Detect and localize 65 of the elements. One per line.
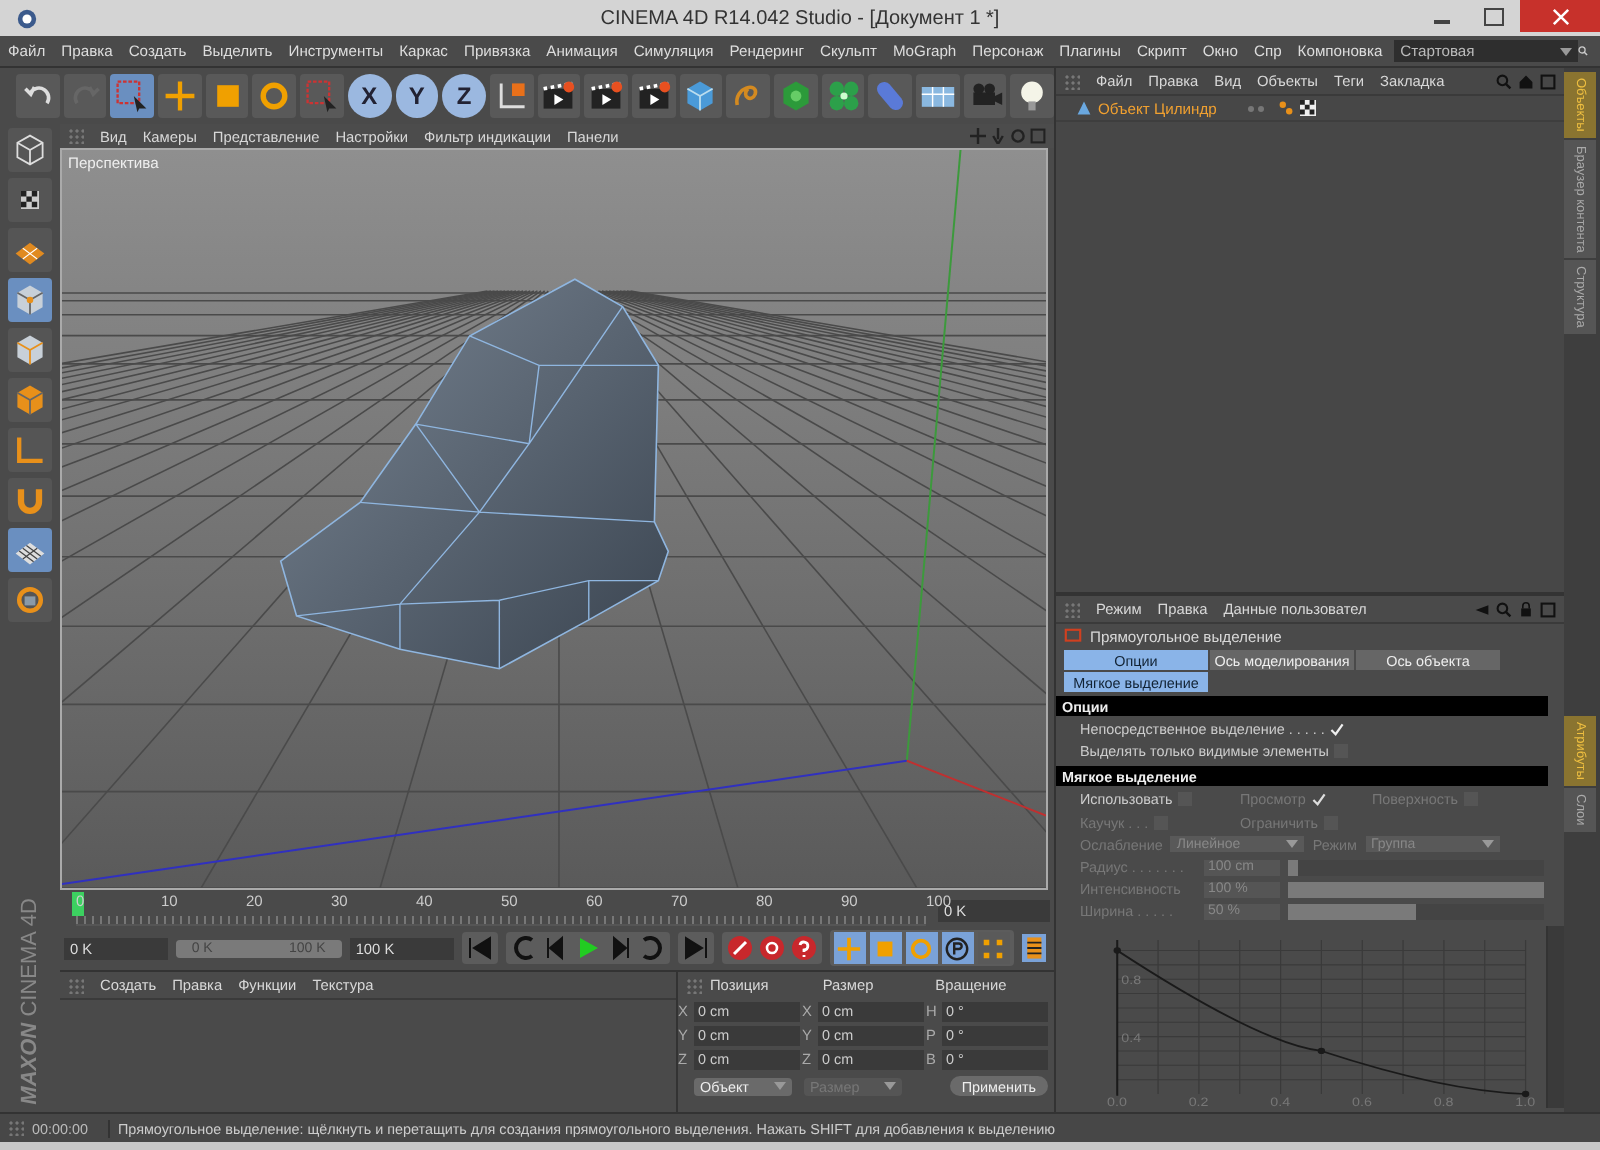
cube-wireframe-icon[interactable]: [8, 128, 52, 172]
spline-icon[interactable]: [726, 74, 770, 118]
clapperboard-icon[interactable]: [631, 74, 676, 118]
curve-point[interactable]: [1113, 947, 1121, 954]
scale-key-icon[interactable]: [869, 932, 902, 964]
film-strip-icon[interactable]: [1021, 934, 1046, 962]
arrow-down-icon[interactable]: [990, 128, 1006, 144]
undo-icon[interactable]: [16, 74, 60, 118]
first-frame-icon[interactable]: [465, 934, 494, 962]
last-frame-icon[interactable]: [681, 934, 710, 962]
window-icon[interactable]: [1030, 128, 1046, 144]
slider-fill[interactable]: [1288, 859, 1299, 875]
cube-icon[interactable]: [8, 328, 52, 372]
rotate-icon[interactable]: [252, 74, 297, 118]
cube-icon[interactable]: [679, 74, 723, 118]
rotate-key-icon[interactable]: [905, 932, 938, 964]
lock-icon[interactable]: [1518, 601, 1534, 617]
help-icon[interactable]: [789, 934, 818, 962]
checker-icon[interactable]: [1300, 100, 1316, 116]
logo-text: MAXON CINEMA 4D: [18, 897, 42, 1104]
close-icon[interactable]: [1520, 0, 1600, 32]
cube-icon[interactable]: [8, 378, 52, 422]
window-icon[interactable]: [1540, 73, 1556, 89]
window-title: CINEMA 4D R14.042 Studio - [Документ 1 *]: [598, 7, 1002, 29]
floor-icon[interactable]: [916, 74, 960, 118]
subdivision-icon[interactable]: [774, 74, 818, 118]
axis-toggle-button[interactable]: X: [347, 74, 391, 118]
light-bulb-icon[interactable]: [1010, 74, 1055, 118]
texture-tile-icon[interactable]: [8, 178, 52, 222]
back-arrow-icon[interactable]: [1474, 601, 1490, 617]
curve-point[interactable]: [1521, 1090, 1530, 1098]
checker-plane-icon[interactable]: [8, 528, 52, 572]
scale-icon[interactable]: [205, 74, 249, 118]
app-logo-icon: [16, 7, 38, 29]
coordinate-system-icon[interactable]: [489, 74, 534, 118]
home-icon[interactable]: [1518, 73, 1534, 89]
axis-toggle-button[interactable]: Z: [442, 74, 486, 118]
lock-icon[interactable]: [8, 578, 52, 622]
record-key-icon[interactable]: [725, 934, 754, 962]
grid-plane-icon[interactable]: [8, 228, 52, 272]
move-key-icon[interactable]: [833, 932, 866, 964]
move-icon[interactable]: [158, 74, 202, 118]
checkbox[interactable]: [1330, 722, 1345, 736]
phong-tag-icon[interactable]: [1278, 100, 1294, 116]
slider-fill[interactable]: [1288, 881, 1544, 897]
search-icon[interactable]: [1577, 42, 1588, 60]
window-icon[interactable]: [1540, 601, 1556, 617]
slider-fill[interactable]: [1288, 903, 1416, 919]
move-view-icon[interactable]: [970, 128, 986, 144]
curve-point[interactable]: [1317, 1047, 1326, 1055]
auto-key-icon[interactable]: [757, 934, 786, 962]
selection-rectangle-icon: [1064, 628, 1082, 646]
flower-icon[interactable]: [821, 74, 865, 118]
cylinder-icon: [1076, 100, 1092, 116]
cube-icon[interactable]: [8, 278, 52, 322]
axis-icon[interactable]: [8, 428, 52, 472]
parameter-key-icon[interactable]: [941, 932, 974, 964]
magnet-icon[interactable]: [8, 478, 52, 522]
playhead-handle[interactable]: [72, 892, 84, 916]
rotate-view-icon[interactable]: [1010, 128, 1026, 144]
clapperboard-icon[interactable]: [537, 74, 581, 118]
clapperboard-icon[interactable]: [584, 74, 628, 118]
axis-toggle-button[interactable]: Y: [395, 74, 439, 118]
loop-forward-icon[interactable]: [637, 934, 666, 962]
loop-back-icon[interactable]: [509, 934, 538, 962]
